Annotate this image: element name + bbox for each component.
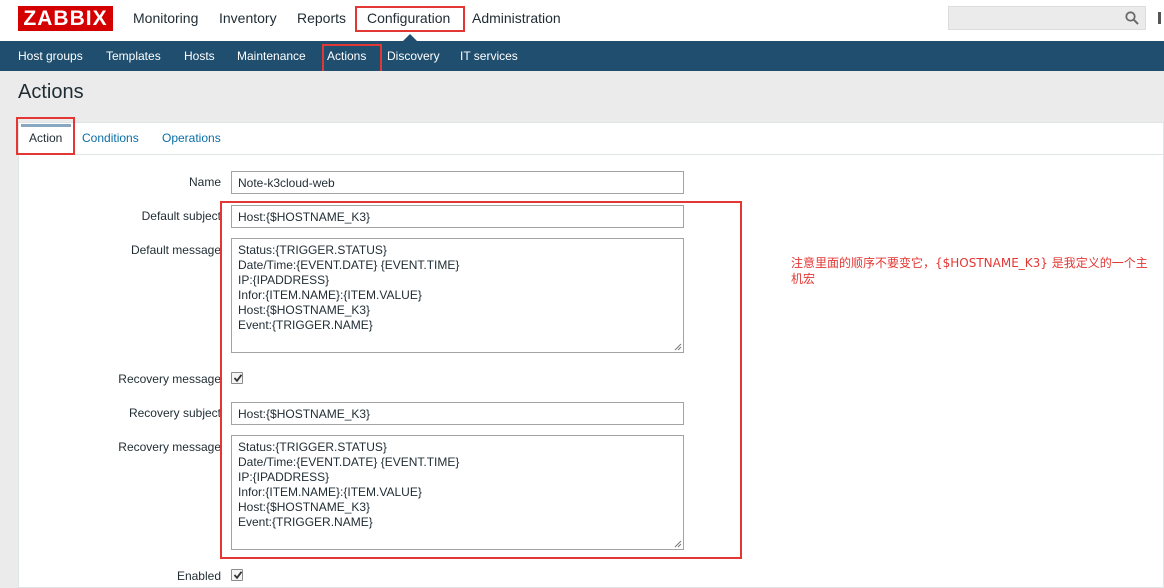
recovery-subject-label: Recovery subject xyxy=(128,406,221,420)
subnav-host-groups[interactable]: Host groups xyxy=(18,49,83,63)
tab-operations[interactable]: Operations xyxy=(162,131,221,145)
top-bar: ZABBIX Monitoring Inventory Reports Conf… xyxy=(0,0,1164,41)
tabs-divider xyxy=(18,154,1164,155)
name-label: Name xyxy=(188,175,221,189)
recovery-message-label: Recovery message xyxy=(118,372,221,386)
tab-conditions[interactable]: Conditions xyxy=(82,131,139,145)
zabbix-logo[interactable]: ZABBIX xyxy=(18,6,113,31)
search-field[interactable] xyxy=(948,6,1146,30)
nav-monitoring[interactable]: Monitoring xyxy=(133,10,198,26)
subnav-maintenance[interactable]: Maintenance xyxy=(237,49,306,63)
checkmark-icon xyxy=(233,571,243,580)
help-icon[interactable] xyxy=(1158,12,1161,24)
enabled-checkbox[interactable] xyxy=(231,569,243,581)
subnav-it-services[interactable]: IT services xyxy=(460,49,518,63)
subnav-templates[interactable]: Templates xyxy=(106,49,161,63)
sub-nav: Host groups Templates Hosts Maintenance … xyxy=(0,41,1164,71)
nav-reports[interactable]: Reports xyxy=(297,10,346,26)
search-icon[interactable] xyxy=(1125,11,1139,25)
nav-inventory[interactable]: Inventory xyxy=(219,10,277,26)
page-title: Actions xyxy=(18,81,84,103)
annotation-note: 注意里面的顺序不要变它，{$HOSTNAME_K3} 是我定义的一个主机宏 xyxy=(791,256,1148,286)
subnav-discovery[interactable]: Discovery xyxy=(387,49,440,63)
enabled-label: Enabled xyxy=(176,569,221,583)
active-section-caret xyxy=(403,34,417,41)
recovery-text-label: Recovery message xyxy=(118,440,221,454)
highlight-actions xyxy=(322,44,382,73)
default-subject-label: Default subject xyxy=(141,209,221,223)
highlight-message-fields xyxy=(220,201,742,559)
nav-administration[interactable]: Administration xyxy=(472,10,561,26)
default-message-label: Default message xyxy=(130,243,221,257)
subnav-hosts[interactable]: Hosts xyxy=(184,49,215,63)
name-input[interactable]: Note-k3cloud-web xyxy=(231,171,684,194)
title-bar: Actions xyxy=(0,71,1164,113)
highlight-configuration xyxy=(355,6,465,32)
highlight-action-tab xyxy=(16,117,75,155)
